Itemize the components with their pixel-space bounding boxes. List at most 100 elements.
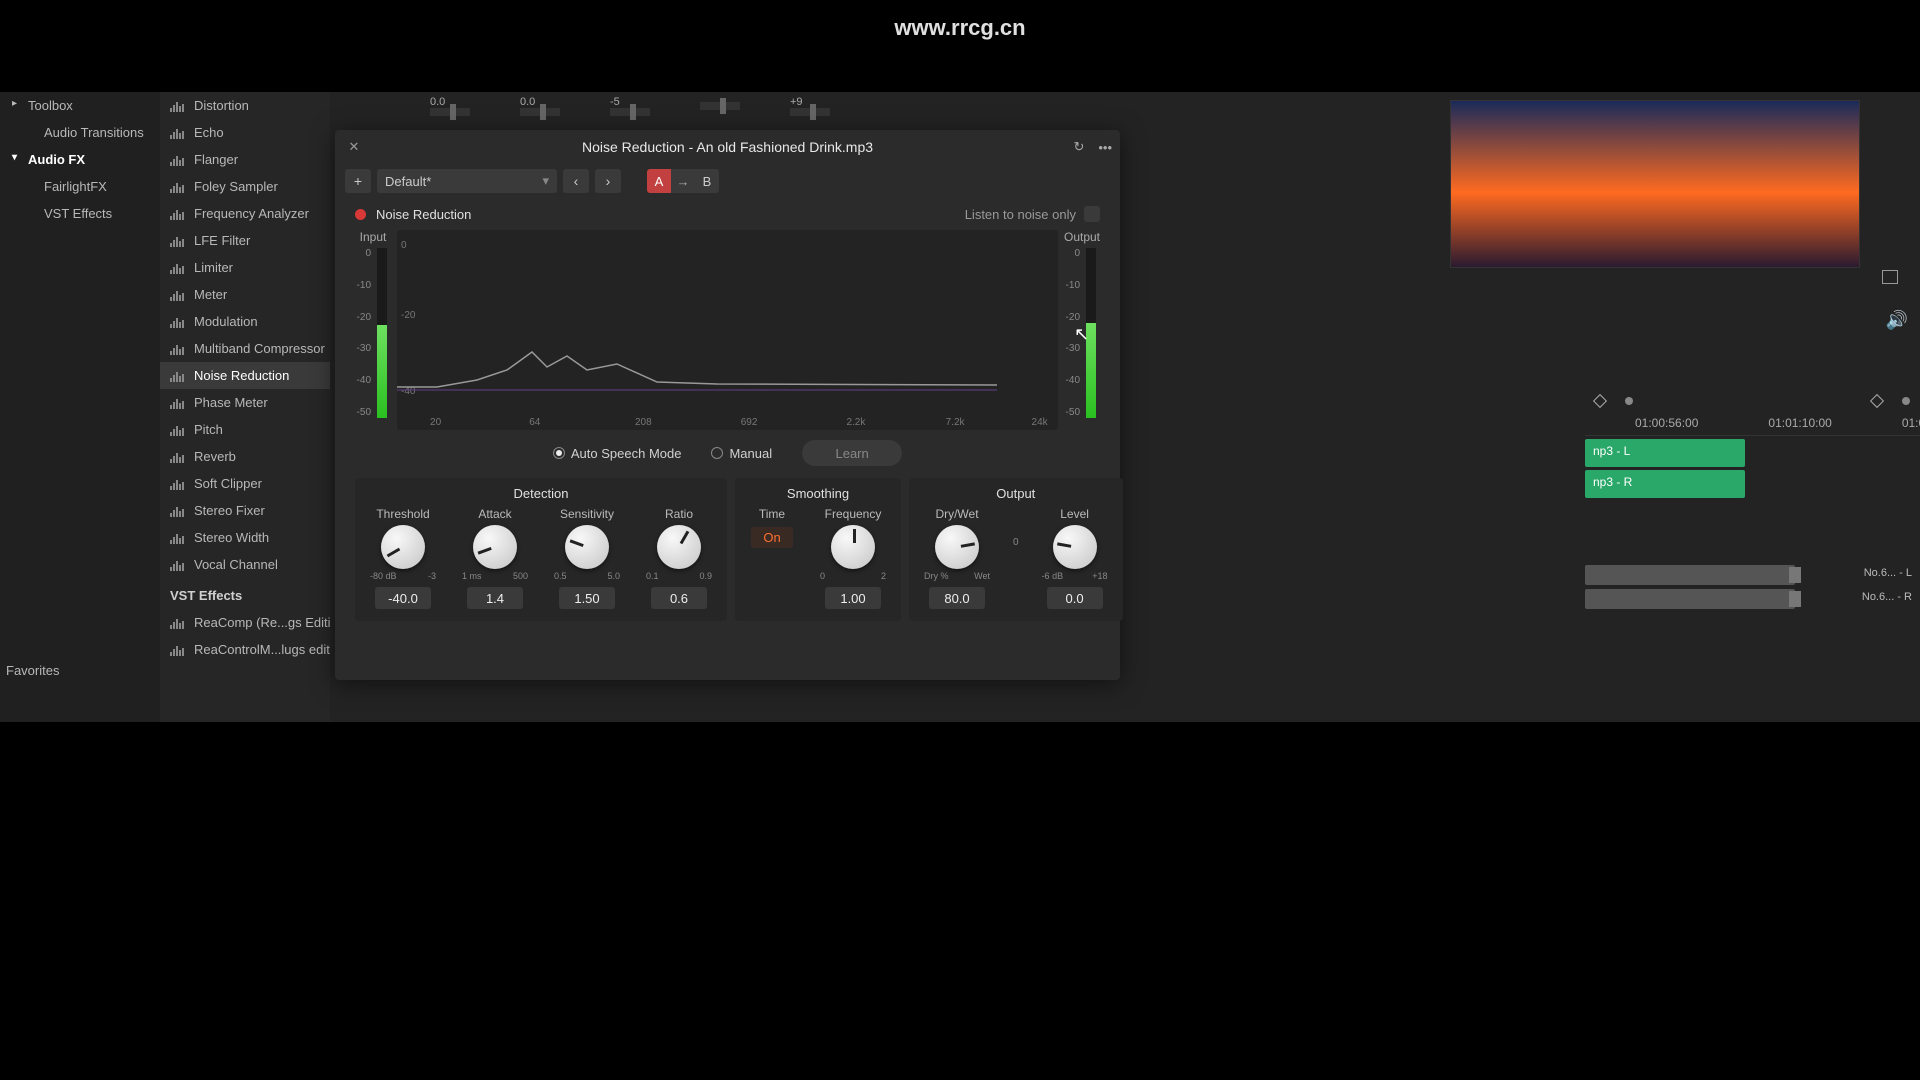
marker-end-icon[interactable] <box>1870 394 1884 408</box>
more-icon[interactable]: ••• <box>1098 140 1112 155</box>
fx-item-stereo-fixer[interactable]: Stereo Fixer <box>160 497 330 524</box>
ab-a-button[interactable]: A <box>647 169 671 193</box>
mini-slider[interactable] <box>430 108 470 116</box>
fx-list-panel: DistortionEchoFlangerFoley SamplerFreque… <box>160 92 330 722</box>
ratio-value[interactable]: 0.6 <box>651 587 707 609</box>
fx-bars-icon <box>170 397 186 409</box>
expand-view-icon[interactable] <box>1882 270 1898 284</box>
fx-item-vocal-channel[interactable]: Vocal Channel <box>160 551 330 578</box>
vst-item[interactable]: ReaControlM...lugs editio <box>160 636 330 663</box>
time-label: Time <box>759 507 785 521</box>
mini-slider[interactable] <box>610 108 650 116</box>
fx-bars-icon <box>170 208 186 220</box>
fx-bars-icon <box>170 370 186 382</box>
mini-slider[interactable] <box>700 102 740 110</box>
fx-item-lfe-filter[interactable]: LFE Filter <box>160 227 330 254</box>
close-icon[interactable]: ✕ <box>345 138 363 156</box>
next-preset-button[interactable]: › <box>595 169 621 193</box>
fx-bars-icon <box>170 644 186 656</box>
speaker-icon[interactable]: 🔊 <box>1886 310 1908 331</box>
fx-item-modulation[interactable]: Modulation <box>160 308 330 335</box>
fx-bars-icon <box>170 505 186 517</box>
threshold-knob[interactable]: .knob[data-name="threshold-knob"]::after… <box>381 525 425 569</box>
sidebar-item-toolbox[interactable]: Toolbox <box>0 92 160 119</box>
level-value[interactable]: 0.0 <box>1047 587 1103 609</box>
fx-item-meter[interactable]: Meter <box>160 281 330 308</box>
fx-item-echo[interactable]: Echo <box>160 119 330 146</box>
audio-track-left[interactable]: np3 - L <box>1585 439 1745 467</box>
fx-bars-icon <box>170 316 186 328</box>
mini-slider[interactable] <box>790 108 830 116</box>
ab-swap-button[interactable]: → <box>671 169 695 193</box>
fx-bars-icon <box>170 424 186 436</box>
fx-bars-icon <box>170 343 186 355</box>
sidebar-item-vst-effects[interactable]: VST Effects <box>0 200 160 227</box>
marker-dot[interactable] <box>1625 397 1633 405</box>
vst-item[interactable]: ReaComp (Re...gs Edition) <box>160 609 330 636</box>
fx-item-limiter[interactable]: Limiter <box>160 254 330 281</box>
plugin-name: Noise Reduction <box>376 207 471 222</box>
attack-label: Attack <box>478 507 511 521</box>
marker-start-icon[interactable] <box>1593 394 1607 408</box>
smoothing-group: Smoothing Time On Frequency 02 1.00 <box>735 478 901 621</box>
ratio-knob[interactable]: .knob[data-name="ratio-knob"]::after{tra… <box>657 525 701 569</box>
sensitivity-knob[interactable]: .knob[data-name="sensitivity-knob"]::aft… <box>565 525 609 569</box>
fx-item-soft-clipper[interactable]: Soft Clipper <box>160 470 330 497</box>
fx-item-foley-sampler[interactable]: Foley Sampler <box>160 173 330 200</box>
listen-noise-toggle[interactable] <box>1084 206 1100 222</box>
input-meter: Input 0-10-20-30-40-50 <box>355 230 391 430</box>
fx-bars-icon <box>170 235 186 247</box>
fx-bars-icon <box>170 478 186 490</box>
fx-item-stereo-width[interactable]: Stereo Width <box>160 524 330 551</box>
sidebar-item-audio-transitions[interactable]: Audio Transitions <box>0 119 160 146</box>
audio-clip[interactable] <box>1585 589 1795 609</box>
fx-item-phase-meter[interactable]: Phase Meter <box>160 389 330 416</box>
bypass-indicator-icon[interactable] <box>355 209 366 220</box>
timeline-ruler[interactable]: 01:00:56:0001:01:10:0001:0 <box>1585 410 1920 436</box>
fx-bars-icon <box>170 127 186 139</box>
fx-item-flanger[interactable]: Flanger <box>160 146 330 173</box>
reset-icon[interactable]: ↻ <box>1073 139 1084 155</box>
fx-item-multiband-compressor[interactable]: Multiband Compressor <box>160 335 330 362</box>
fx-item-reverb[interactable]: Reverb <box>160 443 330 470</box>
fx-bars-icon <box>170 100 186 112</box>
frequency-knob[interactable] <box>831 525 875 569</box>
fx-item-frequency-analyzer[interactable]: Frequency Analyzer <box>160 200 330 227</box>
input-level-bar <box>377 248 387 418</box>
level-knob[interactable]: .knob[data-name="level-knob"]::after{tra… <box>1053 525 1097 569</box>
learn-button[interactable]: Learn <box>802 440 902 466</box>
mini-slider[interactable] <box>520 108 560 116</box>
sidebar-item-fairlight-fx[interactable]: FairlightFX <box>0 173 160 200</box>
fx-item-distortion[interactable]: Distortion <box>160 92 330 119</box>
drywet-knob[interactable]: .knob[data-name="drywet-knob"]::after{tr… <box>935 525 979 569</box>
preset-dropdown[interactable]: Default* <box>377 169 557 193</box>
marker-dot[interactable] <box>1902 397 1910 405</box>
noise-reduction-dialog: ✕ Noise Reduction - An old Fashioned Dri… <box>335 130 1120 680</box>
audio-clip[interactable] <box>1585 565 1795 585</box>
sensitivity-value[interactable]: 1.50 <box>559 587 615 609</box>
manual-radio[interactable]: Manual <box>711 446 772 461</box>
level-label: Level <box>1060 507 1089 521</box>
attack-knob[interactable]: .knob[data-name="attack-knob"]::after{tr… <box>473 525 517 569</box>
ab-b-button[interactable]: B <box>695 169 719 193</box>
add-preset-button[interactable]: + <box>345 169 371 193</box>
time-on-toggle[interactable]: On <box>751 527 792 548</box>
fx-bars-icon <box>170 154 186 166</box>
attack-value[interactable]: 1.4 <box>467 587 523 609</box>
frequency-value[interactable]: 1.00 <box>825 587 881 609</box>
threshold-value[interactable]: -40.0 <box>375 587 431 609</box>
fx-item-pitch[interactable]: Pitch <box>160 416 330 443</box>
video-preview <box>1450 100 1860 268</box>
audio-track-right[interactable]: np3 - R <box>1585 470 1745 498</box>
auto-speech-radio[interactable]: Auto Speech Mode <box>553 446 682 461</box>
sidebar-item-audio-fx[interactable]: Audio FX <box>0 146 160 173</box>
prev-preset-button[interactable]: ‹ <box>563 169 589 193</box>
drywet-value[interactable]: 80.0 <box>929 587 985 609</box>
fx-item-noise-reduction[interactable]: Noise Reduction <box>160 362 330 389</box>
page-url: www.rrcg.cn <box>894 15 1025 41</box>
dialog-title: Noise Reduction - An old Fashioned Drink… <box>582 139 873 155</box>
clip-label: No.6... - L <box>1864 567 1912 579</box>
fx-bars-icon <box>170 181 186 193</box>
output-group: Output Dry/Wet.knob[data-name="drywet-kn… <box>909 478 1123 621</box>
listen-noise-label: Listen to noise only <box>965 207 1076 222</box>
